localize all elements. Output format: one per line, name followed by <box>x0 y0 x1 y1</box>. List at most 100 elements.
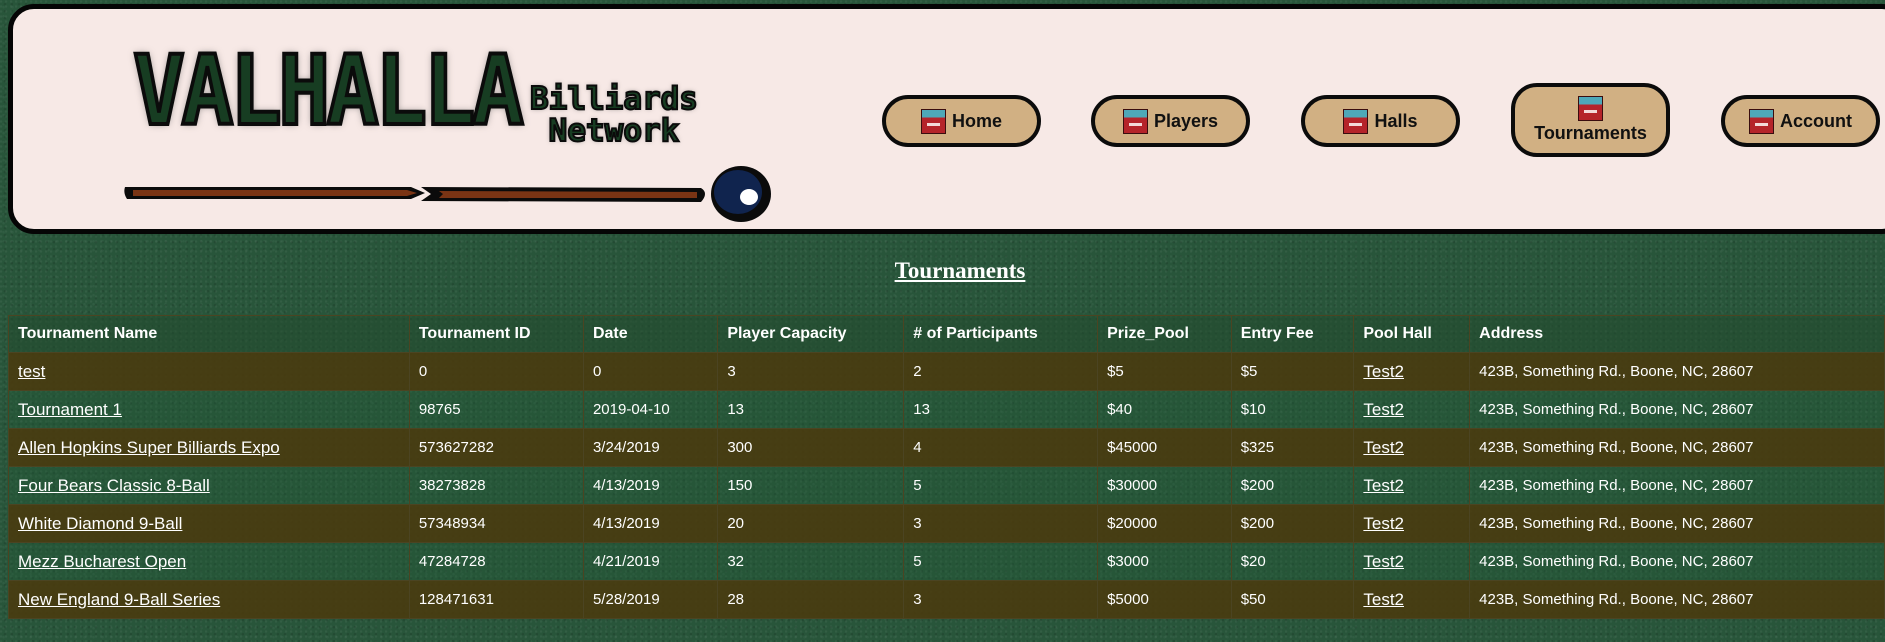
nav-account-label: Account <box>1780 110 1852 131</box>
entry-fee-cell: $325 <box>1230 428 1355 467</box>
tournament-name-cell: test <box>8 352 410 391</box>
nav-tournaments-label: Tournaments <box>1534 123 1647 143</box>
address-cell: 423B, Something Rd., Boone, NC, 28607 <box>1469 352 1885 391</box>
tournament-link[interactable]: Tournament 1 <box>18 400 122 419</box>
prize-pool-cell: $20000 <box>1097 504 1232 543</box>
column-header: Tournament Name <box>8 315 410 353</box>
participants-cell: 5 <box>903 466 1099 505</box>
pool-hall-link[interactable]: Test2 <box>1363 438 1404 457</box>
tournament-link[interactable]: Four Bears Classic 8-Ball <box>18 476 210 495</box>
tournament-link[interactable]: New England 9-Ball Series <box>18 590 220 609</box>
nav-tournaments-button[interactable]: Tournaments <box>1511 83 1670 157</box>
pool-hall-link[interactable]: Test2 <box>1363 514 1404 533</box>
date-cell: 4/13/2019 <box>582 466 719 505</box>
participants-cell: 2 <box>903 352 1099 391</box>
table-row: Mezz Bucharest Open 47284728 4/21/2019 3… <box>8 542 1885 581</box>
address-cell: 423B, Something Rd., Boone, NC, 28607 <box>1469 580 1885 619</box>
cue-and-ball-icon <box>124 166 771 222</box>
date-cell: 3/24/2019 <box>582 428 719 467</box>
date-cell: 2019-04-10 <box>582 390 719 429</box>
date-cell: 5/28/2019 <box>582 580 719 619</box>
tournament-id-cell: 47284728 <box>408 542 584 581</box>
column-header: Prize_Pool <box>1097 315 1232 353</box>
tournament-name-cell: Allen Hopkins Super Billiards Expo <box>8 428 410 467</box>
tournament-name-cell: Mezz Bucharest Open <box>8 542 410 581</box>
capacity-cell: 20 <box>717 504 905 543</box>
address-cell: 423B, Something Rd., Boone, NC, 28607 <box>1469 428 1885 467</box>
tournament-id-cell: 57348934 <box>408 504 584 543</box>
tournament-link[interactable]: White Diamond 9-Ball <box>18 514 182 533</box>
column-header: Date <box>582 315 719 353</box>
table-row: Four Bears Classic 8-Ball 38273828 4/13/… <box>8 466 1885 505</box>
tournament-name-cell: Tournament 1 <box>8 390 410 429</box>
table-row: Allen Hopkins Super Billiards Expo 57362… <box>8 428 1885 467</box>
nav-players-label: Players <box>1153 110 1219 131</box>
logo-subtitle: Billiards Network <box>523 81 705 148</box>
table-row: New England 9-Ball Series 128471631 5/28… <box>8 580 1885 619</box>
capacity-cell: 3 <box>717 352 905 391</box>
logo-title: VALHALLA <box>131 35 526 147</box>
entry-fee-cell: $20 <box>1230 542 1355 581</box>
entry-fee-cell: $50 <box>1230 580 1355 619</box>
tournament-link[interactable]: Mezz Bucharest Open <box>18 552 186 571</box>
prize-pool-cell: $5 <box>1097 352 1232 391</box>
date-cell: 4/13/2019 <box>582 504 719 543</box>
prize-pool-cell: $3000 <box>1097 542 1232 581</box>
nav-account-button[interactable]: Account <box>1721 95 1880 147</box>
column-header: # of Participants <box>903 315 1099 353</box>
participants-cell: 3 <box>903 504 1099 543</box>
participants-cell: 4 <box>903 428 1099 467</box>
tournament-link[interactable]: test <box>18 362 45 381</box>
prize-pool-cell: $30000 <box>1097 466 1232 505</box>
column-header: Player Capacity <box>717 315 905 353</box>
table-header-row: Tournament Name Tournament ID Date Playe… <box>8 315 1885 353</box>
tournament-link[interactable]: Allen Hopkins Super Billiards Expo <box>18 438 280 457</box>
pool-hall-cell: Test2 <box>1353 542 1471 581</box>
pool-hall-link[interactable]: Test2 <box>1363 362 1404 381</box>
chalk-icon <box>1578 96 1603 121</box>
tournaments-table: Tournament Name Tournament ID Date Playe… <box>8 315 1885 619</box>
table-row: test 0 0 3 2 $5 $5 Test2 423B, Something… <box>8 352 1885 391</box>
pool-hall-cell: Test2 <box>1353 390 1471 429</box>
pool-hall-cell: Test2 <box>1353 504 1471 543</box>
tournament-id-cell: 0 <box>408 352 584 391</box>
nav-home-button[interactable]: Home <box>882 95 1041 147</box>
participants-cell: 13 <box>903 390 1099 429</box>
participants-cell: 5 <box>903 542 1099 581</box>
nav-halls-label: Halls <box>1374 110 1418 131</box>
date-cell: 0 <box>582 352 719 391</box>
address-cell: 423B, Something Rd., Boone, NC, 28607 <box>1469 390 1885 429</box>
column-header: Tournament ID <box>408 315 584 353</box>
tournament-id-cell: 38273828 <box>408 466 584 505</box>
page-title: Tournaments <box>894 258 1026 283</box>
pool-hall-link[interactable]: Test2 <box>1363 590 1404 609</box>
date-cell: 4/21/2019 <box>582 542 719 581</box>
capacity-cell: 300 <box>717 428 905 467</box>
logo-subtitle-line-1: Billiards <box>529 81 699 117</box>
nav-players-button[interactable]: Players <box>1091 95 1250 147</box>
tournament-id-cell: 128471631 <box>408 580 584 619</box>
entry-fee-cell: $5 <box>1230 352 1355 391</box>
pool-hall-cell: Test2 <box>1353 352 1471 391</box>
address-cell: 423B, Something Rd., Boone, NC, 28607 <box>1469 542 1885 581</box>
chalk-icon <box>1749 108 1774 134</box>
entry-fee-cell: $200 <box>1230 504 1355 543</box>
chalk-icon <box>920 108 946 134</box>
pool-hall-link[interactable]: Test2 <box>1363 552 1404 571</box>
tournament-name-cell: Four Bears Classic 8-Ball <box>8 466 410 505</box>
pool-hall-link[interactable]: Test2 <box>1363 476 1404 495</box>
column-header: Pool Hall <box>1353 315 1471 353</box>
tournament-name-cell: New England 9-Ball Series <box>8 580 410 619</box>
entry-fee-cell: $10 <box>1230 390 1355 429</box>
column-header: Entry Fee <box>1230 315 1355 353</box>
table-row: White Diamond 9-Ball 57348934 4/13/2019 … <box>8 504 1885 543</box>
nav-halls-button[interactable]: Halls <box>1301 95 1460 147</box>
tournament-name-cell: White Diamond 9-Ball <box>8 504 410 543</box>
participants-cell: 3 <box>903 580 1099 619</box>
capacity-cell: 32 <box>717 542 905 581</box>
chalk-icon <box>1122 108 1148 134</box>
pool-hall-cell: Test2 <box>1353 466 1471 505</box>
column-header: Address <box>1469 315 1885 353</box>
capacity-cell: 13 <box>717 390 905 429</box>
pool-hall-link[interactable]: Test2 <box>1363 400 1404 419</box>
